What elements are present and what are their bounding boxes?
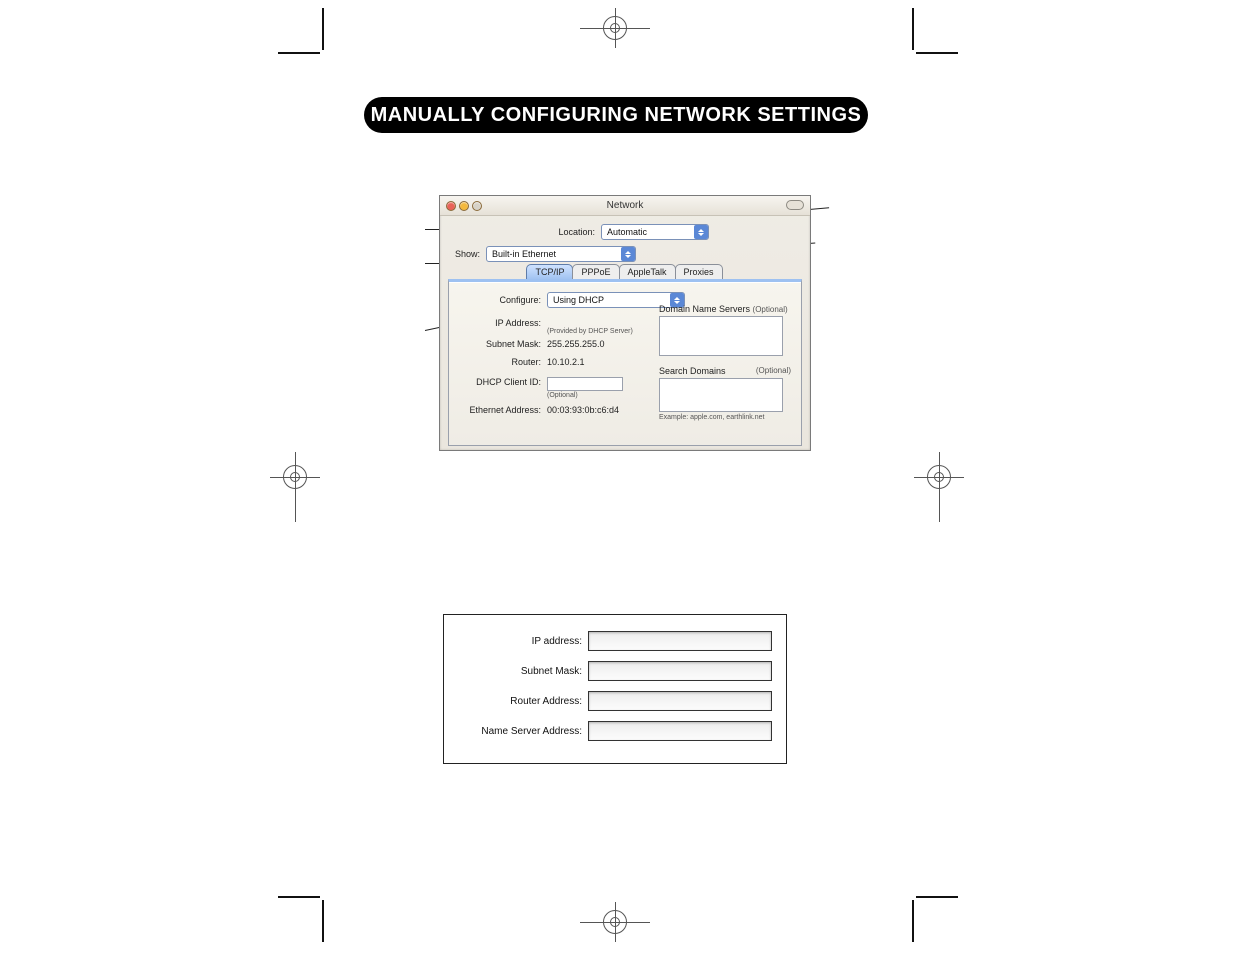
search-domains-input[interactable]	[659, 378, 783, 412]
crop-mark-top-right	[908, 8, 958, 58]
configure-label: Configure:	[483, 295, 541, 305]
router-value: 10.10.2.1	[547, 357, 585, 367]
dhcp-client-id-note: (Optional)	[547, 392, 623, 399]
search-domains-example: Example: apple.com, earthlink.net	[659, 414, 791, 421]
chevron-updown-icon	[621, 247, 635, 261]
registration-mark-bottom	[580, 902, 650, 942]
writein-ip-label: IP address:	[458, 636, 588, 647]
search-domains-optional: (Optional)	[756, 366, 791, 376]
tab-pppoe[interactable]: PPPoE	[572, 264, 619, 280]
location-select[interactable]: Automatic	[601, 224, 709, 240]
writein-dns-label: Name Server Address:	[458, 726, 588, 737]
writein-box: IP address: Subnet Mask: Router Address:…	[443, 614, 787, 764]
tab-appletalk[interactable]: AppleTalk	[619, 264, 676, 280]
dhcp-client-id-label: DHCP Client ID:	[449, 377, 541, 387]
crop-mark-top-left	[278, 8, 328, 58]
ip-note: (Provided by DHCP Server)	[547, 318, 633, 335]
writein-dns-input[interactable]	[588, 721, 772, 741]
tab-proxies[interactable]: Proxies	[675, 264, 723, 280]
show-select[interactable]: Built-in Ethernet	[486, 246, 636, 262]
tab-tcpip[interactable]: TCP/IP	[526, 264, 573, 280]
writein-router-input[interactable]	[588, 691, 772, 711]
dns-optional: (Optional)	[753, 305, 788, 314]
crop-mark-bottom-left	[278, 892, 328, 942]
subnet-label: Subnet Mask:	[449, 339, 541, 349]
chevron-updown-icon	[694, 225, 708, 239]
writein-subnet-label: Subnet Mask:	[458, 666, 588, 677]
page-title: MANUALLY CONFIGURING NETWORK SETTINGS	[364, 97, 868, 133]
location-value: Automatic	[607, 227, 647, 237]
registration-mark-left	[270, 452, 320, 522]
window-titlebar: Network	[440, 196, 810, 216]
show-value: Built-in Ethernet	[492, 249, 556, 259]
ip-label: IP Address:	[449, 318, 541, 328]
tcpip-pane: Configure: Using DHCP IP Address: (Provi…	[448, 279, 802, 446]
search-domains-label: Search Domains	[659, 366, 726, 376]
subnet-value: 255.255.255.0	[547, 339, 605, 349]
crop-mark-bottom-right	[908, 892, 958, 942]
toolbar-toggle-icon[interactable]	[786, 200, 804, 210]
tab-bar: TCP/IP PPPoE AppleTalk Proxies	[440, 264, 810, 280]
dns-label: Domain Name Servers	[659, 304, 750, 314]
ethernet-address-label: Ethernet Address:	[449, 405, 541, 415]
dhcp-client-id-input[interactable]	[547, 377, 623, 391]
configure-value: Using DHCP	[553, 295, 604, 305]
registration-mark-top	[580, 8, 650, 48]
dns-input[interactable]	[659, 316, 783, 356]
network-window: Network Location: Automatic Show: Built-…	[439, 195, 811, 451]
show-label: Show:	[448, 249, 480, 259]
ethernet-address-value: 00:03:93:0b:c6:d4	[547, 405, 619, 415]
writein-subnet-input[interactable]	[588, 661, 772, 681]
router-label: Router:	[449, 357, 541, 367]
writein-ip-input[interactable]	[588, 631, 772, 651]
window-title: Network	[440, 200, 810, 211]
location-label: Location:	[541, 227, 595, 237]
registration-mark-right	[914, 452, 964, 522]
writein-router-label: Router Address:	[458, 696, 588, 707]
